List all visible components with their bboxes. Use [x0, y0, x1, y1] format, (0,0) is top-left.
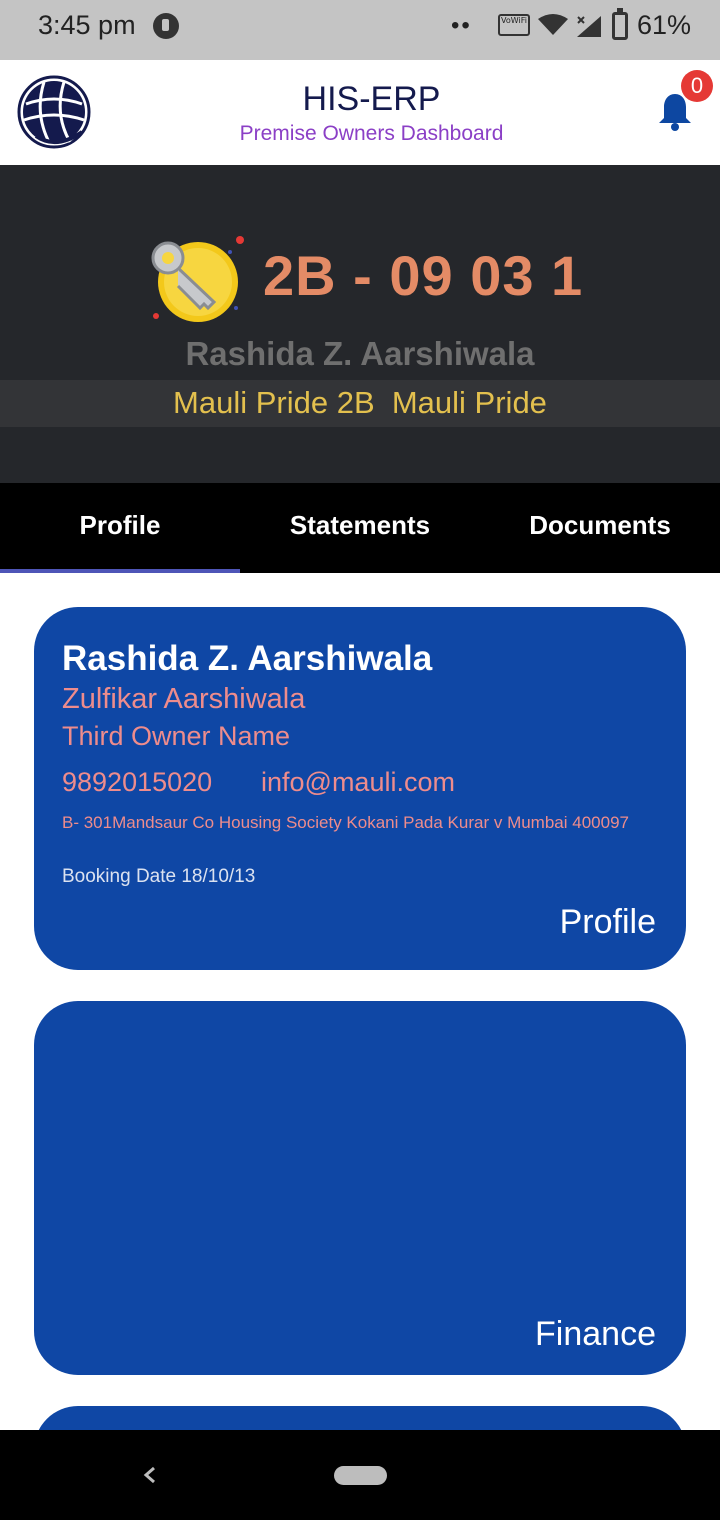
wifi-icon — [538, 14, 568, 35]
app-title: HIS-ERP — [302, 80, 441, 118]
battery-icon — [612, 8, 628, 40]
tab-bar: Profile Statements Documents — [0, 483, 720, 573]
finance-card[interactable]: Finance — [34, 1001, 686, 1375]
app-header: HIS-ERP Premise Owners Dashboard 0 — [0, 60, 720, 165]
notification-badge[interactable]: 0 — [681, 70, 713, 102]
unit-code: 2B - 09 03 1 — [263, 244, 584, 307]
third-owner-name: Third Owner Name — [62, 721, 291, 751]
unit-hero: 2B - 09 03 1 Rashida Z. Aarshiwala Mauli… — [0, 165, 720, 483]
profile-card-label: Profile — [559, 903, 656, 941]
screen: 3:45 pm •• VoWiFi 61% HIS-ERP Premise Ow… — [0, 0, 720, 1520]
signal-icon — [577, 16, 601, 37]
status-time: 3:45 pm — [38, 10, 136, 40]
second-owner-name: Zulfikar Aarshiwala — [62, 683, 306, 715]
home-pill[interactable] — [334, 1466, 387, 1485]
vowifi-icon: VoWiFi — [498, 14, 530, 36]
system-nav-bar — [0, 1430, 720, 1520]
pin-icon — [153, 13, 179, 39]
owner-phone[interactable]: 9892015020 — [62, 767, 212, 798]
back-chevron-icon[interactable] — [140, 1460, 160, 1490]
tab-documents[interactable]: Documents — [480, 483, 720, 573]
next-card[interactable] — [34, 1406, 686, 1430]
tab-statements[interactable]: Statements — [240, 483, 480, 573]
status-bar: 3:45 pm •• VoWiFi 61% — [0, 0, 720, 60]
profile-card[interactable]: Rashida Z. Aarshiwala Zulfikar Aarshiwal… — [34, 607, 686, 970]
project-name: Mauli Pride 2B Mauli Pride — [173, 385, 547, 420]
hero-owner-name: Rashida Z. Aarshiwala — [185, 335, 535, 372]
notification-dots-icon: •• — [451, 12, 472, 39]
tab-content[interactable]: Rashida Z. Aarshiwala Zulfikar Aarshiwal… — [0, 573, 720, 1430]
battery-percent: 61% — [637, 10, 692, 40]
owner-address: B- 301Mandsaur Co Housing Society Kokani… — [62, 813, 629, 832]
tab-profile[interactable]: Profile — [0, 483, 240, 573]
booking-date: Booking Date 18/10/13 — [62, 866, 256, 887]
finance-card-label: Finance — [535, 1315, 656, 1353]
app-subtitle: Premise Owners Dashboard — [239, 122, 504, 145]
primary-owner-name: Rashida Z. Aarshiwala — [62, 639, 433, 678]
owner-email[interactable]: info@mauli.com — [261, 767, 455, 798]
key-coin-icon — [151, 236, 244, 322]
